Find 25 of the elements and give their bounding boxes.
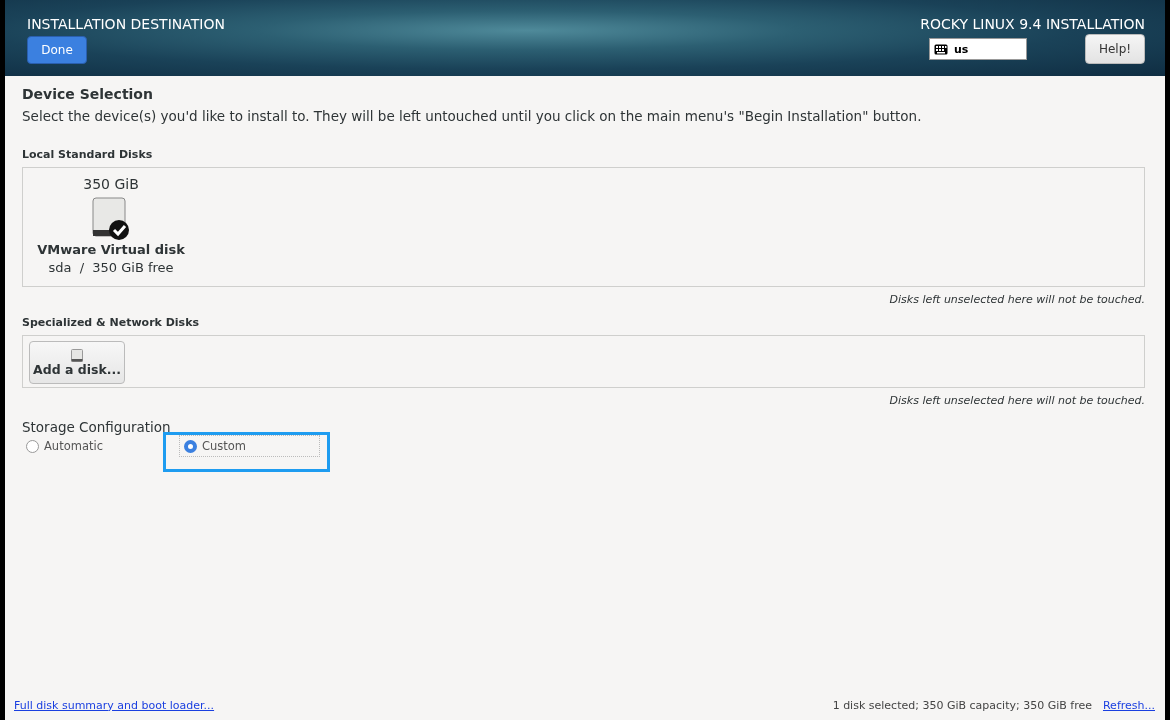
help-button[interactable]: Help! [1085, 34, 1145, 64]
section-title: Device Selection [22, 86, 154, 102]
disk-size: 350 GiB [83, 176, 139, 192]
radio-button[interactable] [26, 439, 39, 453]
section-title: Specialized & Network Disks [22, 316, 201, 329]
add-disk-button[interactable]: Add a disk... [29, 341, 125, 384]
done-button[interactable]: Done [27, 36, 87, 64]
radio-button[interactable] [184, 439, 197, 453]
disk-summary-link[interactable]: Full disk summary and boot loader... [14, 698, 215, 712]
radio-option[interactable]: Custom [179, 435, 320, 457]
disk-note: Disks left unselected here will not be touched. [888, 394, 1145, 407]
product-title: ROCKY LINUX 9.4 INSTALLATION [920, 16, 1145, 32]
hard-disk-icon[interactable] [91, 196, 131, 240]
description-text: Select the device(s) you'd like to install to. They will be left untouched until you click on the main menu's "Begin Installation" button. [22, 108, 923, 124]
section-title: Local Standard Disks [22, 148, 154, 161]
disk-name: VMware Virtual disk [37, 242, 185, 257]
keyboard-icon [934, 43, 948, 55]
section-title: Storage Configuration [22, 419, 172, 435]
refresh-link[interactable]: Refresh... [1102, 698, 1155, 712]
screen-title: INSTALLATION DESTINATION [27, 16, 225, 32]
status-text: 1 disk selected; 350 GiB capacity; 350 GiB free [832, 698, 1092, 712]
keyboard-layout-field[interactable]: us [929, 38, 1027, 60]
disk-note: Disks left unselected here will not be touched. [888, 293, 1145, 306]
disk-details: sda / 350 GiB free [48, 260, 174, 275]
radio-option[interactable]: Automatic [22, 435, 111, 457]
